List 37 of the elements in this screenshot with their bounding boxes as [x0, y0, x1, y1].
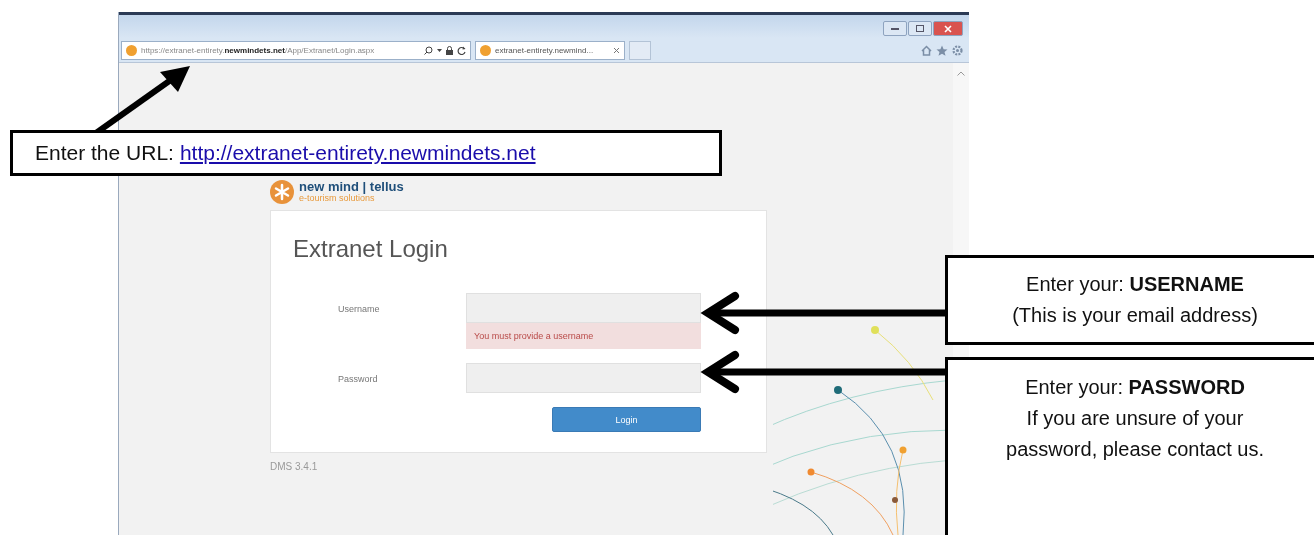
logo-name: new mind | tellus [299, 180, 404, 194]
refresh-icon[interactable] [457, 45, 466, 55]
dropdown-icon[interactable] [437, 48, 442, 52]
callout-text: Enter your: USERNAME [1026, 272, 1244, 297]
browser-tab[interactable]: extranet-entirety.newmind... [475, 40, 625, 60]
minimize-icon [891, 27, 899, 30]
field-label: Username [338, 303, 381, 316]
version-text: DMS 3.4.1 [270, 461, 319, 472]
callout-text: If you are unsure of your [1026, 406, 1244, 431]
input-field[interactable] [466, 293, 701, 323]
site-icon [480, 44, 491, 56]
callout-text: Enter your: PASSWORD [1025, 375, 1245, 400]
search-icon[interactable] [424, 45, 433, 55]
logo-tagline: e-tourism solutions [299, 193, 376, 204]
input-field[interactable] [466, 363, 701, 393]
minimize-button[interactable] [883, 21, 907, 36]
star-icon[interactable] [936, 44, 948, 56]
close-icon[interactable] [613, 46, 620, 54]
home-icon[interactable] [921, 44, 932, 56]
error-message: You must provide a username [466, 323, 701, 349]
site-icon [126, 44, 137, 56]
login-button[interactable]: Login [552, 407, 701, 432]
callout-text: (This is your email address) [1012, 303, 1258, 328]
logo-icon [270, 180, 294, 204]
callout-text: Enter the URL: [35, 139, 174, 166]
address-bar[interactable]: https://extranet-entirety.newmindets.net/App/Extranet/Login.aspx [121, 40, 471, 60]
close-icon [944, 24, 952, 33]
url-link[interactable]: http://extranet-entirety.newmindets.net [179, 138, 536, 168]
login-title: Extranet Login [293, 235, 449, 263]
maximize-button[interactable] [908, 21, 932, 36]
close-button[interactable] [933, 21, 963, 36]
maximize-icon [916, 25, 924, 32]
settings-icon[interactable] [952, 44, 963, 56]
scroll-up-icon[interactable] [957, 71, 965, 76]
lock-icon [446, 45, 453, 55]
callout-text: password, please contact us. [1006, 437, 1264, 462]
field-label: Password [338, 373, 379, 386]
